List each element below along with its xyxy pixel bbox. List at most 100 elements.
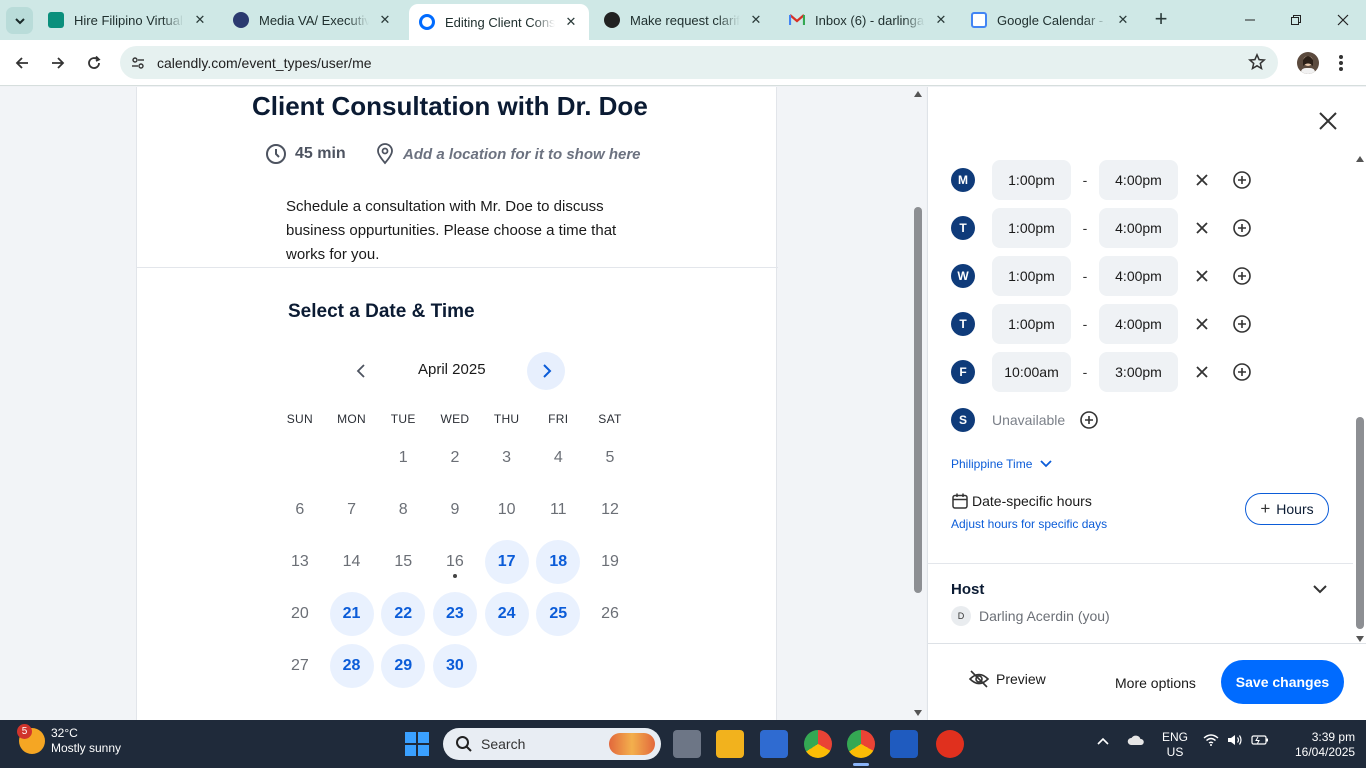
more-options-button[interactable]: More options: [1115, 675, 1196, 691]
start-time-input[interactable]: 1:00pm: [992, 304, 1071, 344]
close-icon[interactable]: ✕: [1115, 12, 1131, 28]
end-time-input[interactable]: 4:00pm: [1099, 160, 1178, 200]
plus-circle-icon: [1233, 267, 1251, 285]
save-changes-button[interactable]: Save changes: [1221, 660, 1344, 704]
host-entry: D Darling Acerdin (you): [951, 606, 1110, 626]
tab-gmail-inbox[interactable]: Inbox (6) - darlingacerdin ✕: [779, 4, 959, 36]
calendar-day-available[interactable]: 28: [326, 640, 378, 692]
window-close-button[interactable]: [1331, 8, 1355, 32]
scrollbar-thumb[interactable]: [1356, 417, 1364, 629]
new-tab-button[interactable]: +: [1150, 8, 1172, 31]
page-scrollbar[interactable]: [910, 87, 926, 720]
end-time-input[interactable]: 4:00pm: [1099, 208, 1178, 248]
reload-button[interactable]: [82, 51, 106, 75]
calendar-day-available[interactable]: 23: [429, 588, 481, 640]
calendar-day-available[interactable]: 21: [326, 588, 378, 640]
microsoft-store-icon[interactable]: [760, 730, 788, 758]
tab-hire-filipino[interactable]: Hire Filipino Virtual Assistants ✕: [38, 4, 218, 36]
volume-icon[interactable]: [1227, 734, 1243, 749]
calendar-day-number: 18: [536, 540, 581, 584]
calendar-day-available[interactable]: 22: [377, 588, 429, 640]
add-interval-button[interactable]: [1077, 408, 1101, 432]
weather-widget[interactable]: 5 32°C Mostly sunny: [17, 724, 121, 756]
add-interval-button[interactable]: [1230, 216, 1254, 240]
start-time-input[interactable]: 10:00am: [992, 352, 1071, 392]
add-interval-button[interactable]: [1230, 168, 1254, 192]
show-hidden-icons[interactable]: [1097, 734, 1109, 748]
scroll-down-arrow-icon[interactable]: [1356, 636, 1364, 642]
site-settings-icon[interactable]: [130, 55, 146, 76]
remove-interval-button[interactable]: [1190, 264, 1214, 288]
time-range-dash: -: [1082, 268, 1088, 284]
browser-menu-button[interactable]: [1333, 52, 1349, 74]
system-clock[interactable]: 3:39 pm 16/04/2025: [1295, 730, 1355, 760]
back-button[interactable]: [10, 51, 34, 75]
remove-interval-button[interactable]: [1190, 216, 1214, 240]
language-indicator[interactable]: ENG US: [1162, 730, 1188, 760]
close-icon[interactable]: ✕: [192, 12, 208, 28]
start-time-input[interactable]: 1:00pm: [992, 160, 1071, 200]
calendar-day: 19: [584, 536, 636, 588]
chrome-icon[interactable]: [804, 730, 832, 758]
close-panel-button[interactable]: [1316, 109, 1340, 133]
scroll-up-arrow-icon[interactable]: [1356, 156, 1364, 162]
calendar-day-available[interactable]: 17: [481, 536, 533, 588]
wps-office-icon[interactable]: [936, 730, 964, 758]
end-time-input[interactable]: 4:00pm: [1099, 256, 1178, 296]
host-expand-button[interactable]: [1310, 579, 1330, 599]
tab-title: Make request clarification: [630, 12, 740, 28]
battery-icon[interactable]: [1251, 734, 1269, 749]
restore-button[interactable]: [1284, 8, 1308, 32]
timezone-dropdown[interactable]: Philippine Time: [951, 457, 1053, 471]
tab-google-calendar[interactable]: Google Calendar - April 2025 ✕: [961, 4, 1141, 36]
add-interval-button[interactable]: [1230, 312, 1254, 336]
tab-media-va[interactable]: Media VA/ Executive VA ✕: [223, 4, 403, 36]
wifi-icon[interactable]: [1203, 734, 1219, 749]
windows-start-icon[interactable]: [405, 732, 429, 756]
tab-search-button[interactable]: [6, 7, 33, 34]
file-explorer-icon[interactable]: [716, 730, 744, 758]
next-month-button[interactable]: [527, 352, 565, 390]
start-time-input[interactable]: 1:00pm: [992, 208, 1071, 248]
forward-button[interactable]: [46, 51, 70, 75]
month-navigation: April 2025: [137, 351, 778, 391]
weekday-label: FRI: [548, 412, 569, 426]
bookmark-star-icon[interactable]: [1247, 52, 1267, 76]
minimize-button[interactable]: [1238, 8, 1262, 32]
close-icon[interactable]: ✕: [933, 12, 949, 28]
panel-scrollbar[interactable]: [1353, 152, 1366, 642]
calendar-day-available[interactable]: 25: [532, 588, 584, 640]
url-bar[interactable]: calendly.com/event_types/user/me: [120, 46, 1278, 79]
profile-avatar[interactable]: [1297, 52, 1319, 74]
close-icon[interactable]: ✕: [563, 14, 579, 30]
preview-button[interactable]: Preview: [968, 670, 1046, 688]
chrome-profile-icon[interactable]: [847, 730, 875, 758]
calendar-day-available[interactable]: 24: [481, 588, 533, 640]
tab-editing-client-consultation[interactable]: Editing Client Consultation ✕: [409, 4, 589, 40]
onedrive-cloud-icon[interactable]: [1127, 734, 1145, 749]
task-view-icon[interactable]: [673, 730, 701, 758]
calendar-day-available[interactable]: 29: [377, 640, 429, 692]
start-time-input[interactable]: 1:00pm: [992, 256, 1071, 296]
remove-interval-button[interactable]: [1190, 168, 1214, 192]
tab-make-request[interactable]: Make request clarification ✕: [594, 4, 774, 36]
close-icon[interactable]: ✕: [748, 12, 764, 28]
end-time-input[interactable]: 4:00pm: [1099, 304, 1178, 344]
add-date-specific-hours-button[interactable]: + Hours: [1245, 493, 1329, 525]
remove-interval-button[interactable]: [1190, 312, 1214, 336]
calendar-day-available[interactable]: 18: [532, 536, 584, 588]
calendar-day-number: 23: [432, 592, 477, 636]
remove-interval-button[interactable]: [1190, 360, 1214, 384]
url-text[interactable]: calendly.com/event_types/user/me: [157, 55, 372, 71]
previous-month-button[interactable]: [350, 359, 374, 383]
close-icon[interactable]: ✕: [377, 12, 393, 28]
scroll-down-arrow-icon[interactable]: [914, 710, 922, 716]
microsoft-word-icon[interactable]: [890, 730, 918, 758]
scrollbar-thumb[interactable]: [914, 207, 922, 593]
end-time-input[interactable]: 3:00pm: [1099, 352, 1178, 392]
scroll-up-arrow-icon[interactable]: [914, 91, 922, 97]
calendar-day-available[interactable]: 30: [429, 640, 481, 692]
add-interval-button[interactable]: [1230, 360, 1254, 384]
taskbar-search[interactable]: Search: [443, 728, 661, 760]
add-interval-button[interactable]: [1230, 264, 1254, 288]
